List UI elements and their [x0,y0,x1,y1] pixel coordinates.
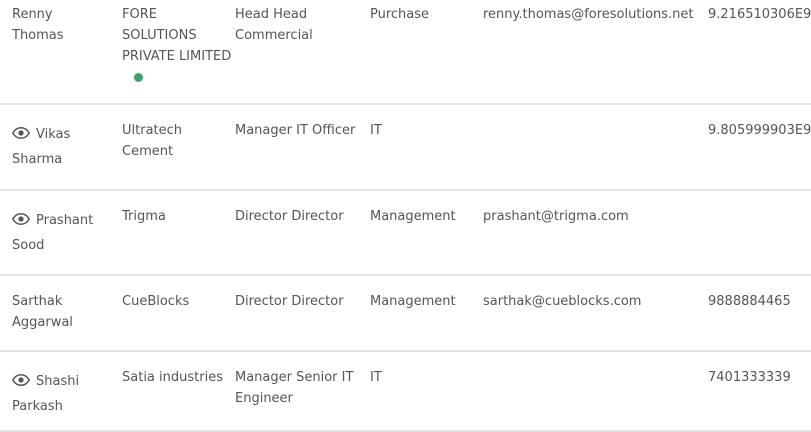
last-name: Parkash [12,399,63,414]
phone-cell: 9.805999903E9 [708,104,811,191]
department-cell: Purchase [370,0,483,105]
online-status-dot [134,73,143,82]
eye-icon[interactable] [12,213,30,225]
table-row[interactable]: Prashant Sood Trigma Director Director Ma… [0,190,811,276]
first-line: Shashi [12,367,79,396]
designation: Manager IT Officer [235,123,356,138]
email[interactable]: renny.thomas@foresolutions.net [483,7,694,22]
table-row[interactable]: Vikas Sharma Ultratech Cement Manager IT … [0,104,811,191]
email-cell: sarthak@cueblocks.com [483,275,708,352]
contact-name-cell[interactable]: Prashant Sood [0,190,122,276]
table-row[interactable]: Renny Thomas FORE SOLUTIONS PRIVATE LIMIT… [0,0,811,105]
phone-cell: 7401333339 [708,351,811,432]
email[interactable]: sarthak@cueblocks.com [483,294,641,309]
designation-cell: Manager Senior IT Engineer [235,351,370,432]
first-line: Sarthak [12,291,62,312]
designation-cell: Director Director [235,190,370,276]
company-name: FORE SOLUTIONS PRIVATE LIMITED [122,7,232,64]
eye-icon[interactable] [12,127,30,139]
designation-cell: Director Director [235,275,370,352]
company-name: Ultratech Cement [122,123,183,159]
designation: Director Director [235,209,344,224]
contact-name-cell[interactable]: Renny Thomas [0,0,122,105]
contact-name-cell[interactable]: Sarthak Aggarwal [0,275,122,352]
department: Purchase [370,7,430,22]
contact-name-cell[interactable]: Vikas Sharma [0,104,122,191]
eye-icon[interactable] [12,374,30,386]
last-name: Sood [12,238,45,253]
department: Management [370,209,456,224]
company-cell: Satia industries [122,351,235,432]
first-line: Renny [12,4,53,25]
first-line: Prashant [12,206,93,235]
designation-cell: Head Head Commercial [235,0,370,105]
designation-cell: Manager IT Officer [235,104,370,191]
email-cell: renny.thomas@foresolutions.net [483,0,708,105]
phone: 7401333339 [708,370,791,385]
department-cell: Management [370,190,483,276]
phone: 9888884465 [708,294,791,309]
department-cell: IT [370,104,483,191]
table-row[interactable]: Shashi Parkash Satia industries Manager S… [0,351,811,432]
contact-name-cell[interactable]: Shashi Parkash [0,351,122,432]
email[interactable]: prashant@trigma.com [483,209,629,224]
phone: 9.805999903E9 [708,123,811,138]
first-name: Renny [12,7,53,22]
company-cell: Ultratech Cement [122,104,235,191]
last-name: Sharma [12,152,63,167]
first-name: Shashi [36,374,80,389]
company-name: Trigma [122,209,166,224]
email-cell [483,351,708,432]
contacts-table: Renny Thomas FORE SOLUTIONS PRIVATE LIMIT… [0,0,811,432]
first-line: Vikas [12,120,70,149]
email-cell: prashant@trigma.com [483,190,708,276]
department-cell: Management [370,275,483,352]
last-name: Thomas [12,28,64,43]
phone-cell: 9888884465 [708,275,811,352]
first-name: Prashant [36,213,94,228]
designation: Head Head Commercial [235,7,313,43]
phone-cell [708,190,811,276]
email-cell [483,104,708,191]
first-name: Vikas [36,127,71,142]
company-cell: CueBlocks [122,275,235,352]
department-cell: IT [370,351,483,432]
table-row[interactable]: Sarthak Aggarwal CueBlocks Director Direc… [0,275,811,352]
designation: Director Director [235,294,344,309]
designation: Manager Senior IT Engineer [235,370,354,406]
company-name: CueBlocks [122,294,190,309]
phone-cell: 9.216510306E9 [708,0,811,105]
department: IT [370,370,382,385]
company-cell: Trigma [122,190,235,276]
phone: 9.216510306E9 [708,7,811,22]
department: IT [370,123,382,138]
first-name: Sarthak [12,294,63,309]
company-name: Satia industries [122,370,223,385]
company-cell: FORE SOLUTIONS PRIVATE LIMITED [122,0,235,105]
last-name: Aggarwal [12,315,73,330]
department: Management [370,294,456,309]
